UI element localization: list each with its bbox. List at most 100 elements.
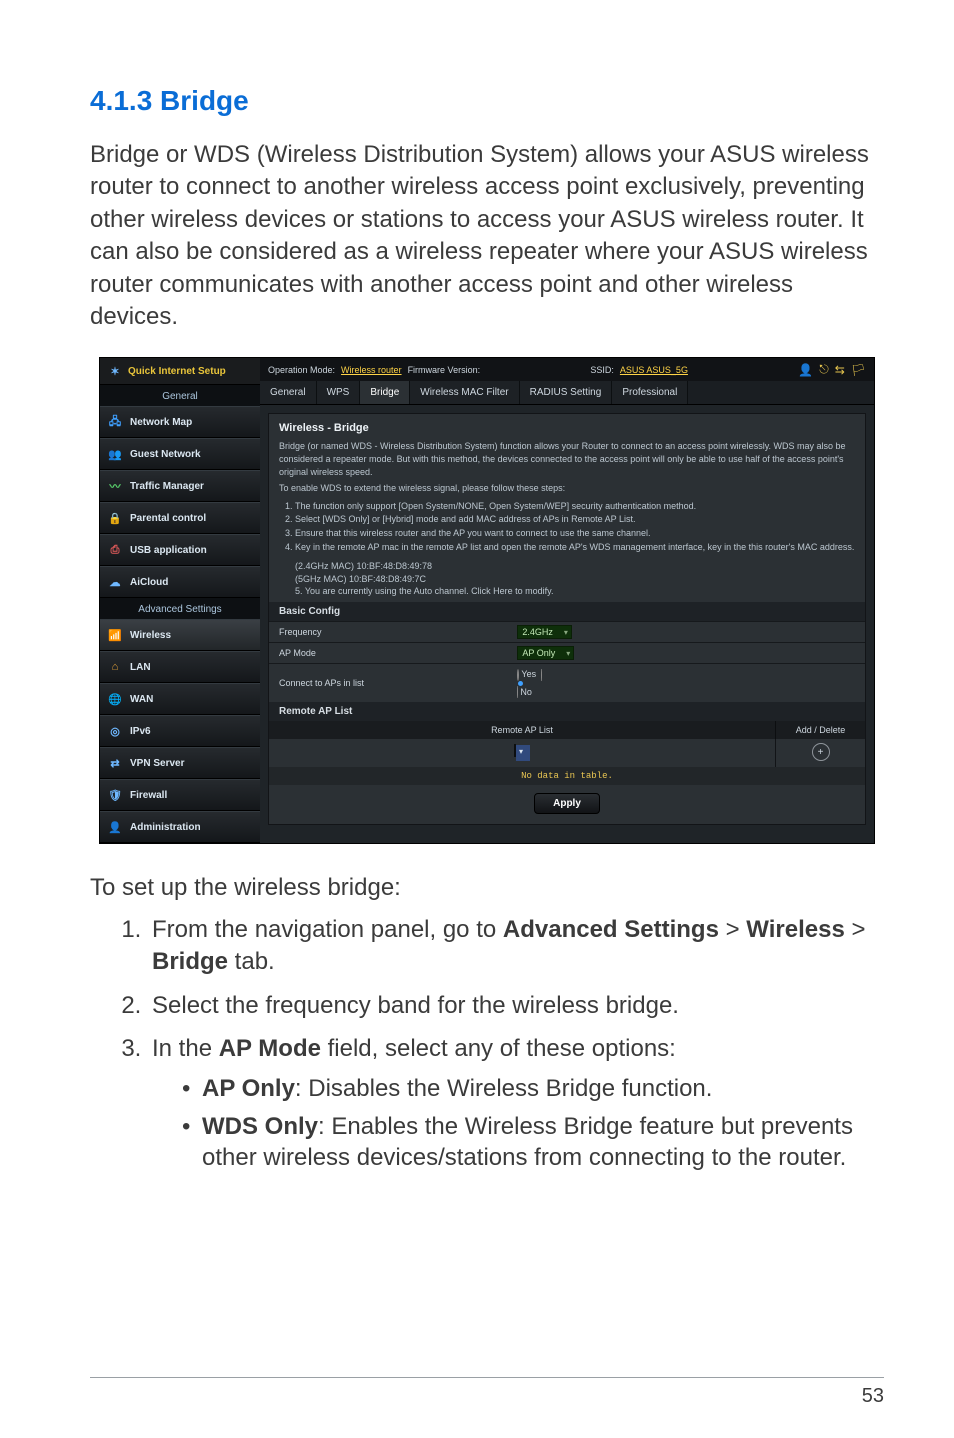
frequency-label: Frequency [269,621,507,642]
sidebar-item-label: LAN [130,662,151,673]
tab-wps[interactable]: WPS [317,381,361,404]
fw-label: Firmware Version: [408,365,481,375]
step-3: Ensure that this wireless router and the… [295,527,855,540]
tab-bridge[interactable]: Bridge [360,381,410,404]
mac-dropdown[interactable] [516,745,530,761]
yes-label: Yes [521,669,536,679]
sidebar-item-label: Wireless [130,630,171,641]
connect-label: Connect to APs in list [269,663,507,702]
sub-ap-only: AP Only: Disables the Wireless Bridge fu… [182,1073,884,1105]
topbar: Operation Mode: Wireless router Firmware… [260,358,874,381]
sidebar-item-label: Parental control [130,513,206,524]
instruction-2: Select the frequency band for the wirele… [148,990,884,1022]
globe-icon: 🌐 [108,692,122,706]
tab-professional[interactable]: Professional [612,381,688,404]
instructions-lead: To set up the wireless bridge: [90,874,884,902]
pulse-icon: 〰 [108,479,122,493]
sidebar-item-traffic-manager[interactable]: 〰 Traffic Manager [100,470,260,502]
remote-head-col1: Remote AP List [269,721,775,739]
sidebar-item-network-map[interactable]: 🖧 Network Map [100,406,260,438]
sidebar-item-parental-control[interactable]: 🔒 Parental control [100,502,260,534]
tab-general[interactable]: General [260,381,317,404]
sidebar-item-administration[interactable]: 👤Administration [100,811,260,843]
ssid-label: SSID: [590,365,614,375]
step-2: Select [WDS Only] or [Hybrid] mode and a… [295,513,855,526]
vpn-icon: ⇄ [108,756,122,770]
instruction-3: In the AP Mode field, select any of thes… [148,1033,884,1174]
admin-icon: 👤 [108,820,122,834]
apmode-label: AP Mode [269,642,507,663]
ssid-value[interactable]: ASUS ASUS_5G [620,365,688,375]
instruction-1: From the navigation panel, go to Advance… [148,914,884,977]
wifi-icon: 📶 [108,628,122,642]
sidebar-item-label: Firewall [130,790,167,801]
quick-label: Quick Internet Setup [128,366,226,377]
sidebar-item-label: Traffic Manager [130,481,204,492]
radio-yes[interactable] [517,669,519,681]
lock-icon: 🔒 [108,511,122,525]
panel-steps: The function only support [Open System/N… [269,497,865,556]
apply-button[interactable]: Apply [534,793,600,814]
sidebar-item-label: USB application [130,545,207,556]
quick-internet-setup[interactable]: ✶ Quick Internet Setup [100,358,260,385]
sidebar-item-wireless[interactable]: 📶 Wireless [100,619,260,651]
tab-mac-filter[interactable]: Wireless MAC Filter [410,381,519,404]
remote-head-col2: Add / Delete [775,721,865,739]
home-icon: ⌂ [108,660,122,674]
panel-desc-1: Bridge (or named WDS - Wireless Distribu… [269,438,865,480]
tab-radius[interactable]: RADIUS Setting [520,381,613,404]
sidebar: ✶ Quick Internet Setup General 🖧 Network … [100,358,260,843]
remote-ap-header: Remote AP List Add / Delete [269,721,865,739]
advanced-section-label: Advanced Settings [100,598,260,619]
sidebar-item-label: Network Map [130,417,192,428]
section-heading: 4.1.3 Bridge [90,85,884,117]
logout-icon[interactable]: ⎋ [819,362,829,377]
intro-paragraph: Bridge or WDS (Wireless Distribution Sys… [90,139,884,333]
sidebar-item-ipv6[interactable]: ◎IPv6 [100,715,260,747]
tabs: General WPS Bridge Wireless MAC Filter R… [260,381,874,405]
config-table: Frequency 2.4GHz AP Mode AP Only Connect… [269,621,865,702]
mac-24ghz: (2.4GHz MAC) 10:BF:48:D8:49:78 [295,560,855,573]
network-icon: 🖧 [108,415,122,429]
router-screenshot: ✶ Quick Internet Setup General 🖧 Network … [99,357,875,844]
sidebar-item-label: AiCloud [130,577,168,588]
sidebar-item-aicloud[interactable]: ☁AiCloud [100,566,260,598]
wand-icon: ✶ [108,364,122,378]
sub-wds-only: WDS Only: Enables the Wireless Bridge fe… [182,1111,884,1174]
step-5: 5. You are currently using the Auto chan… [295,585,855,598]
ipv6-icon: ◎ [108,724,122,738]
sidebar-item-usb-application[interactable]: ⎙ USB application [100,534,260,566]
page-number: 53 [862,1385,884,1408]
add-button[interactable]: + [812,743,830,761]
here-link[interactable]: Here [493,586,513,596]
panel-title: Wireless - Bridge [269,414,865,438]
sidebar-item-lan[interactable]: ⌂ LAN [100,651,260,683]
op-mode-value[interactable]: Wireless router [341,365,402,375]
connect-icon[interactable]: ⇆ [835,363,845,377]
instruction-3-sublist: AP Only: Disables the Wireless Bridge fu… [152,1073,884,1174]
sidebar-item-vpn-server[interactable]: ⇄ VPN Server [100,747,260,779]
users-icon: 👥 [108,447,122,461]
shield-icon: 🛡 [108,788,122,802]
sidebar-item-firewall[interactable]: 🛡 Firewall [100,779,260,811]
bridge-panel: Wireless - Bridge Bridge (or named WDS -… [268,413,866,825]
sidebar-item-wan[interactable]: 🌐 WAN [100,683,260,715]
op-mode-label: Operation Mode: [268,365,335,375]
user-icon[interactable]: 👤 [798,363,813,377]
apmode-select[interactable]: AP Only [517,646,574,660]
frequency-select[interactable]: 2.4GHz [517,625,572,639]
main-panel: Operation Mode: Wireless router Firmware… [260,358,874,843]
mac-5ghz: (5GHz MAC) 10:BF:48:D8:49:7C [295,573,855,586]
step-4: Key in the remote AP mac in the remote A… [295,541,855,554]
instructions-list: From the navigation panel, go to Advance… [90,914,884,1174]
remote-ap-bar: Remote AP List [269,702,865,721]
usb-icon: ⎙ [108,543,122,557]
sidebar-item-label: WAN [130,694,153,705]
sidebar-item-label: VPN Server [130,758,184,769]
lang-icon[interactable]: 🏳 [851,363,866,377]
no-label: No [520,687,532,697]
general-section-label: General [100,385,260,406]
sidebar-item-guest-network[interactable]: 👥 Guest Network [100,438,260,470]
sidebar-item-label: Guest Network [130,449,201,460]
radio-no[interactable] [517,669,855,699]
